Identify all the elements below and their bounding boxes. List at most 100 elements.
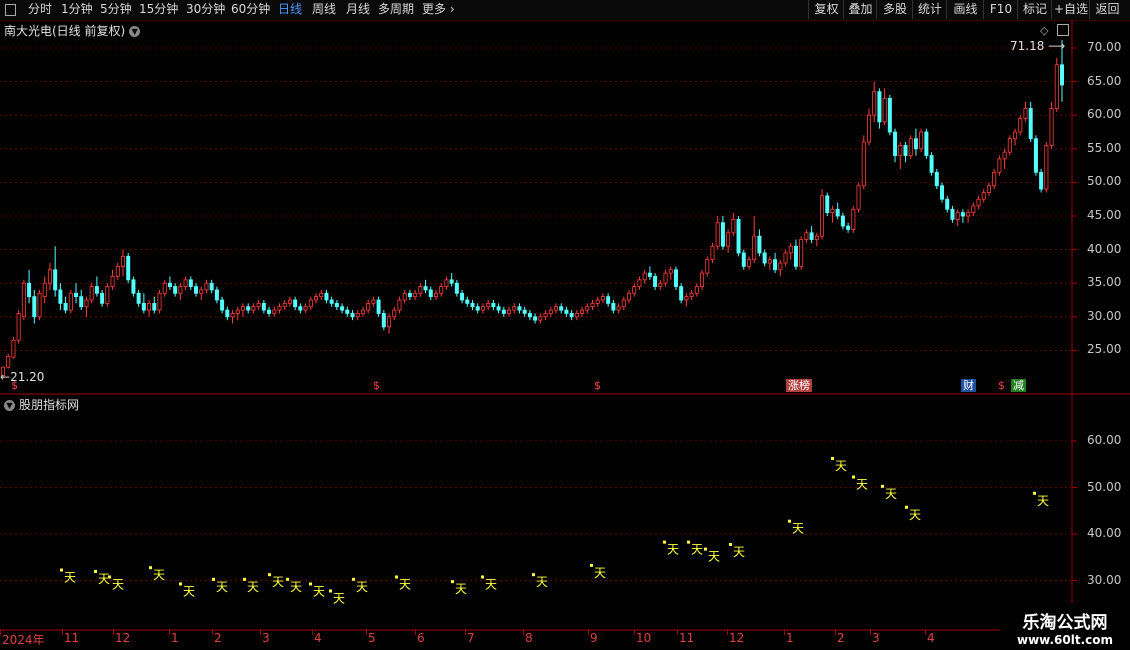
candle-body	[303, 306, 308, 311]
candle-body	[1044, 145, 1049, 190]
diamond-icon[interactable]: ◇	[1040, 24, 1048, 37]
candle-body	[590, 302, 595, 308]
date-tick	[784, 630, 785, 635]
signal-glyph: 天	[835, 459, 847, 473]
candle-body	[246, 306, 251, 311]
watermark-title: 乐淘公式网	[1022, 613, 1108, 633]
signal-dot	[286, 577, 289, 581]
candle-body	[392, 309, 397, 318]
event-tag[interactable]: $	[592, 379, 603, 392]
candle-body	[804, 232, 809, 240]
date-tick	[113, 630, 114, 635]
signal-dot	[881, 484, 884, 488]
price-tick-label: 55.00	[1087, 140, 1122, 155]
candle-body	[507, 309, 512, 314]
candle-body	[329, 299, 334, 304]
candle-body	[736, 218, 741, 254]
signal-dot	[687, 540, 690, 544]
event-tag[interactable]: 减	[1011, 379, 1026, 392]
date-tick-label: 2	[214, 631, 222, 645]
candle-body	[1013, 131, 1018, 140]
candle-body	[1039, 171, 1044, 190]
candle-body	[1028, 108, 1033, 140]
window-icon[interactable]	[1057, 24, 1069, 36]
date-tick	[260, 630, 261, 635]
event-tag[interactable]: 涨榜	[786, 379, 812, 392]
signal-dot	[852, 475, 855, 479]
date-tick-label: 1	[171, 631, 179, 645]
candle-body	[381, 313, 386, 328]
candle-body	[79, 296, 84, 308]
signal-glyph: 天	[399, 578, 411, 592]
signal-glyph: 天	[594, 566, 606, 580]
candle-body	[68, 292, 73, 311]
date-tick-label: 9	[590, 631, 598, 645]
candle-body	[898, 145, 903, 156]
candle-body	[11, 339, 16, 358]
candle-body	[658, 282, 663, 287]
candle-body	[684, 296, 689, 301]
price-tick-label: 30.00	[1087, 308, 1122, 323]
candle-body	[334, 302, 339, 308]
candle-body	[825, 195, 830, 214]
signal-dot	[1033, 491, 1036, 495]
candle-body	[486, 302, 491, 308]
candle-body	[162, 282, 167, 294]
signal-dot	[788, 519, 791, 523]
candle-body	[653, 276, 658, 287]
signal-dot	[352, 577, 355, 581]
candle-body	[261, 302, 266, 311]
candle-body	[799, 239, 804, 267]
candle-body	[715, 222, 720, 247]
candle-body	[501, 309, 506, 314]
candle-body	[194, 286, 199, 294]
candle-body	[277, 306, 282, 311]
price-tick-label: 70.00	[1087, 40, 1122, 54]
date-tick	[870, 630, 871, 635]
candle-body	[585, 306, 590, 311]
candle-body	[580, 309, 585, 314]
signal-dot	[94, 569, 97, 573]
candle-body	[877, 91, 882, 123]
candle-body	[919, 131, 924, 150]
candle-body	[955, 212, 960, 220]
event-tag[interactable]: $	[371, 379, 382, 392]
candle-body	[371, 299, 376, 304]
candle-body	[115, 265, 120, 277]
event-tag[interactable]: 财	[961, 379, 976, 392]
candle-body	[986, 185, 991, 193]
high-price-label: 71.18 ⟶	[1010, 39, 1066, 53]
candle-body	[887, 98, 892, 133]
signal-dot	[451, 580, 454, 584]
signal-glyph: 天	[153, 568, 165, 582]
kline-chart[interactable]: 天天天天天天天天天天天天天天天天天天天天天天天天天天天	[0, 0, 1130, 650]
candle-body	[267, 309, 272, 314]
candle-body	[100, 292, 105, 304]
candle-body	[74, 292, 79, 298]
signal-dot	[212, 577, 215, 581]
candle-body	[84, 299, 89, 308]
date-tick-label: 3	[872, 631, 880, 645]
candle-body	[105, 286, 110, 304]
candle-body	[251, 306, 256, 311]
price-tick-label: 35.00	[1087, 275, 1122, 290]
candle-body	[720, 222, 725, 247]
date-tick-label: 6	[417, 631, 425, 645]
candle-body	[21, 282, 26, 318]
candle-body	[32, 296, 37, 318]
date-tick-label: 5	[368, 631, 376, 645]
candle-body	[783, 252, 788, 264]
candle-body	[173, 286, 178, 294]
signal-dot	[905, 505, 908, 509]
event-tag[interactable]: $	[996, 379, 1007, 392]
date-tick	[677, 630, 678, 635]
event-tag[interactable]: $	[9, 379, 20, 392]
candle-body	[872, 91, 877, 116]
candle-body	[929, 155, 934, 173]
candle-body	[324, 292, 329, 301]
signal-dot	[149, 566, 152, 570]
candle-body	[152, 302, 157, 311]
candle-body	[945, 198, 950, 210]
signal-glyph: 天	[792, 522, 804, 536]
candle-body	[997, 158, 1002, 173]
